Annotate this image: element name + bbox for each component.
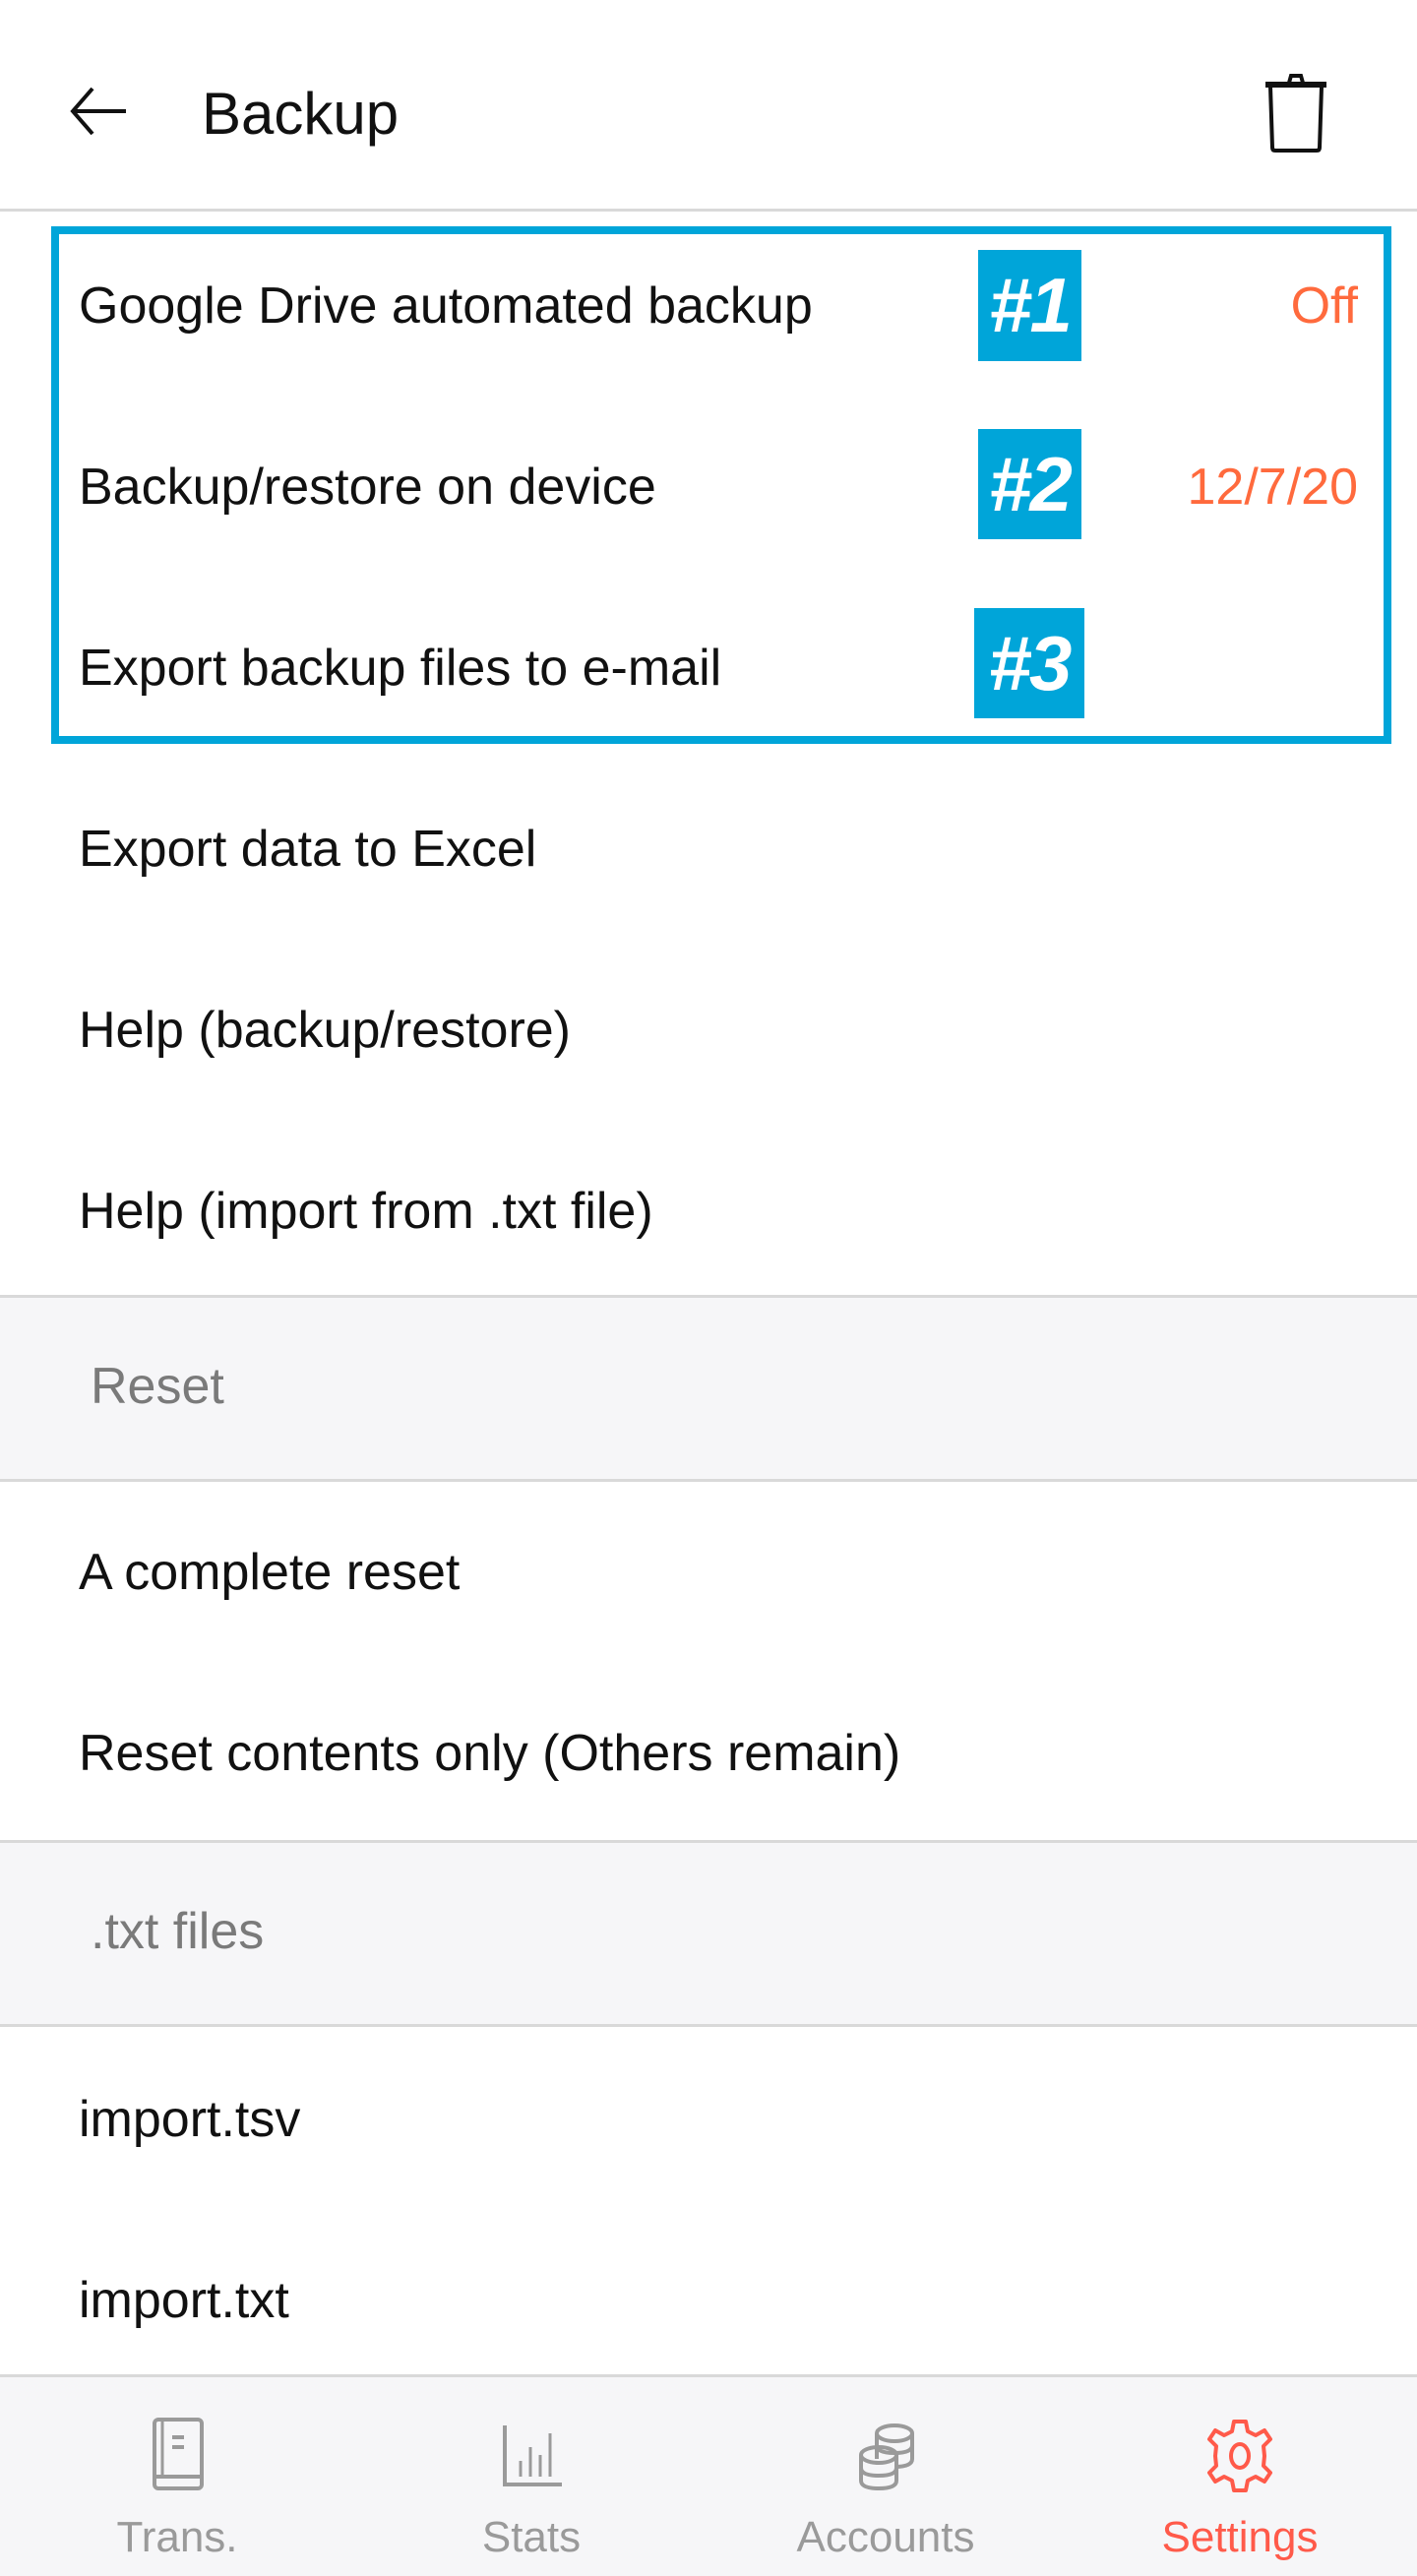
row-label: import.tsv <box>79 2091 301 2148</box>
export-excel-row[interactable]: Export data to Excel <box>0 759 1417 940</box>
tab-label: Stats <box>481 2513 582 2561</box>
row-label: Reset contents only (Others remain) <box>79 1725 901 1782</box>
book-icon <box>153 2418 204 2490</box>
bottom-tab-bar: Trans. Stats Accounts Settings <box>0 2374 1417 2576</box>
tab-label: Accounts <box>796 2513 975 2561</box>
section-header-reset: Reset <box>0 1298 1417 1479</box>
complete-reset-row[interactable]: A complete reset <box>0 1482 1417 1663</box>
annotation-badge-3: #3 <box>974 608 1084 718</box>
app-header: Backup <box>0 0 1417 212</box>
row-label: Export data to Excel <box>79 821 537 878</box>
section-title: Reset <box>91 1358 224 1415</box>
delete-button[interactable] <box>1262 73 1330 153</box>
google-drive-backup-row[interactable]: Google Drive automated backup Off <box>0 215 1417 397</box>
divider <box>0 2024 1417 2027</box>
help-backup-restore-row[interactable]: Help (backup/restore) <box>0 940 1417 1121</box>
status-value: Off <box>1290 277 1358 335</box>
tab-label: Settings <box>1161 2513 1319 2561</box>
row-label: Backup/restore on device <box>79 459 656 516</box>
tab-trans[interactable]: Trans. <box>0 2377 354 2576</box>
import-txt-row[interactable]: import.txt <box>0 2210 1417 2391</box>
page-title: Backup <box>202 81 400 147</box>
tab-settings[interactable]: Settings <box>1063 2377 1417 2576</box>
section-title: .txt files <box>91 1903 265 1960</box>
import-tsv-row[interactable]: import.tsv <box>0 2029 1417 2210</box>
backup-restore-device-row[interactable]: Backup/restore on device 12/7/20 <box>0 397 1417 578</box>
tab-stats[interactable]: Stats <box>354 2377 708 2576</box>
row-label: import.txt <box>79 2272 289 2329</box>
back-button[interactable] <box>65 77 134 146</box>
row-label: Google Drive automated backup <box>79 277 813 335</box>
gear-icon <box>1207 2420 1272 2492</box>
export-backup-email-row[interactable]: Export backup files to e-mail <box>0 578 1417 759</box>
coins-icon <box>859 2423 914 2491</box>
last-backup-date: 12/7/20 <box>1187 459 1359 516</box>
row-label: A complete reset <box>79 1544 461 1601</box>
tab-accounts[interactable]: Accounts <box>708 2377 1063 2576</box>
section-header-txt-files: .txt files <box>0 1843 1417 2024</box>
row-label: Export backup files to e-mail <box>79 640 722 697</box>
help-import-txt-row[interactable]: Help (import from .txt file) <box>0 1121 1417 1302</box>
row-label: Help (backup/restore) <box>79 1002 571 1059</box>
annotation-badge-2: #2 <box>978 429 1081 539</box>
tab-label: Trans. <box>116 2513 238 2561</box>
annotation-badge-1: #1 <box>978 250 1081 361</box>
arrow-left-icon <box>70 87 126 136</box>
bar-chart-icon <box>503 2425 562 2486</box>
row-label: Help (import from .txt file) <box>79 1183 653 1240</box>
trash-icon <box>1265 74 1326 153</box>
reset-contents-only-row[interactable]: Reset contents only (Others remain) <box>0 1663 1417 1844</box>
